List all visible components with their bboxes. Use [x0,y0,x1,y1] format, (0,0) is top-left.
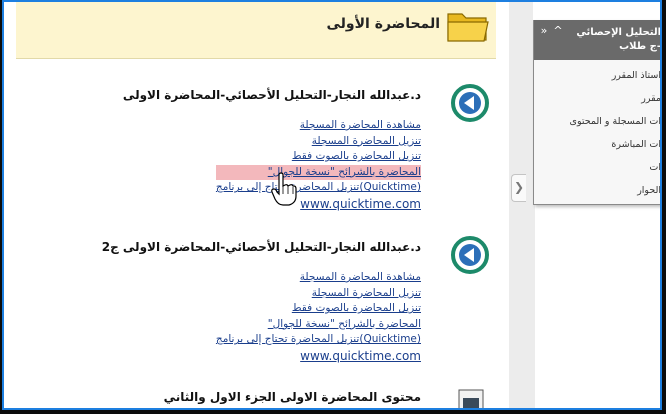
browser-viewport: المحاضرة الأولى د.عبدالله النجار-التحليل… [2,0,662,410]
quicktime-download-link[interactable]: (Quicktime)تنزيل المحاضرة تحتاج إلى برنا… [216,180,421,196]
quicktime-url-link[interactable]: www.quicktime.com [216,196,421,213]
page-header: المحاضرة الأولى [16,2,496,59]
side-panel-title: التحليل الإحصائي -ج طلاب [576,27,661,52]
hand-cursor-icon [271,172,297,206]
document-icon[interactable] [455,388,489,410]
section-title: د.عبدالله النجار-التحليل الأحصائي-المحاض… [122,88,421,102]
play-icon[interactable] [451,236,489,274]
download-recorded-link[interactable]: تنزيل المحاضرة المسجلة [216,134,421,150]
main-content: المحاضرة الأولى د.عبدالله النجار-التحليل… [4,2,510,410]
quicktime-download-link[interactable]: (Quicktime)تنزيل المحاضرة تحتاج إلى برنا… [216,332,421,348]
watch-recorded-link[interactable]: مشاهدة المحاضرة المسجلة [216,270,421,286]
side-panel: » ^ التحليل الإحصائي -ج طلاب استاذ المقر… [533,20,661,205]
side-nav: استاذ المقرر مقرر ات المسجلة و المحتوى ا… [534,64,660,202]
collapse-double-chevron-icon[interactable]: » [538,24,550,38]
lecture-section: د.عبدالله النجار-التحليل الأحصائي-المحاض… [19,84,489,214]
lecture-section: د.عبدالله النجار-التحليل الأحصائي-المحاض… [19,236,489,366]
side-nav-item-misc[interactable]: ات [534,156,660,179]
play-icon[interactable] [451,84,489,122]
expand-up-icon[interactable]: ^ [552,24,564,38]
content-section: محتوى المحاضرة الاولى الجزء الاول والثان… [19,388,489,410]
link-list: مشاهدة المحاضرة المسجلة تنزيل المحاضرة ا… [215,118,421,213]
side-nav-item-live[interactable]: ات المباشرة [534,133,660,156]
download-audio-link[interactable]: تنزيل المحاضرة بالصوت فقط [216,149,421,165]
section-title: محتوى المحاضرة الاولى الجزء الاول والثان… [163,390,421,404]
mobile-slides-link[interactable]: المحاضرة بالشرائح "نسخة للجوال" [215,164,421,181]
side-panel-header: » ^ التحليل الإحصائي -ج طلاب [534,20,661,60]
side-nav-item-instructor[interactable]: استاذ المقرر [534,64,660,87]
chevron-right-icon[interactable]: ❯ [511,174,526,202]
link-list: مشاهدة المحاضرة المسجلة تنزيل المحاضرة ا… [216,270,421,365]
toolbar-strip [533,2,660,20]
page-title: المحاضرة الأولى [326,16,440,32]
section-title: د.عبدالله النجار-التحليل الأحصائي-المحاض… [101,240,421,254]
folder-icon [447,13,489,42]
side-nav-item-recorded[interactable]: ات المسجلة و المحتوى [534,110,660,133]
side-nav-item-course[interactable]: مقرر [534,87,660,110]
side-nav-item-discussion[interactable]: الحوار [534,179,660,202]
mobile-slides-link[interactable]: المحاضرة بالشرائح "نسخة للجوال" [216,317,421,333]
download-recorded-link[interactable]: تنزيل المحاضرة المسجلة [216,286,421,302]
watch-recorded-link[interactable]: مشاهدة المحاضرة المسجلة [216,118,421,134]
panel-gutter [509,2,535,408]
download-audio-link[interactable]: تنزيل المحاضرة بالصوت فقط [216,301,421,317]
quicktime-url-link[interactable]: www.quicktime.com [216,348,421,365]
